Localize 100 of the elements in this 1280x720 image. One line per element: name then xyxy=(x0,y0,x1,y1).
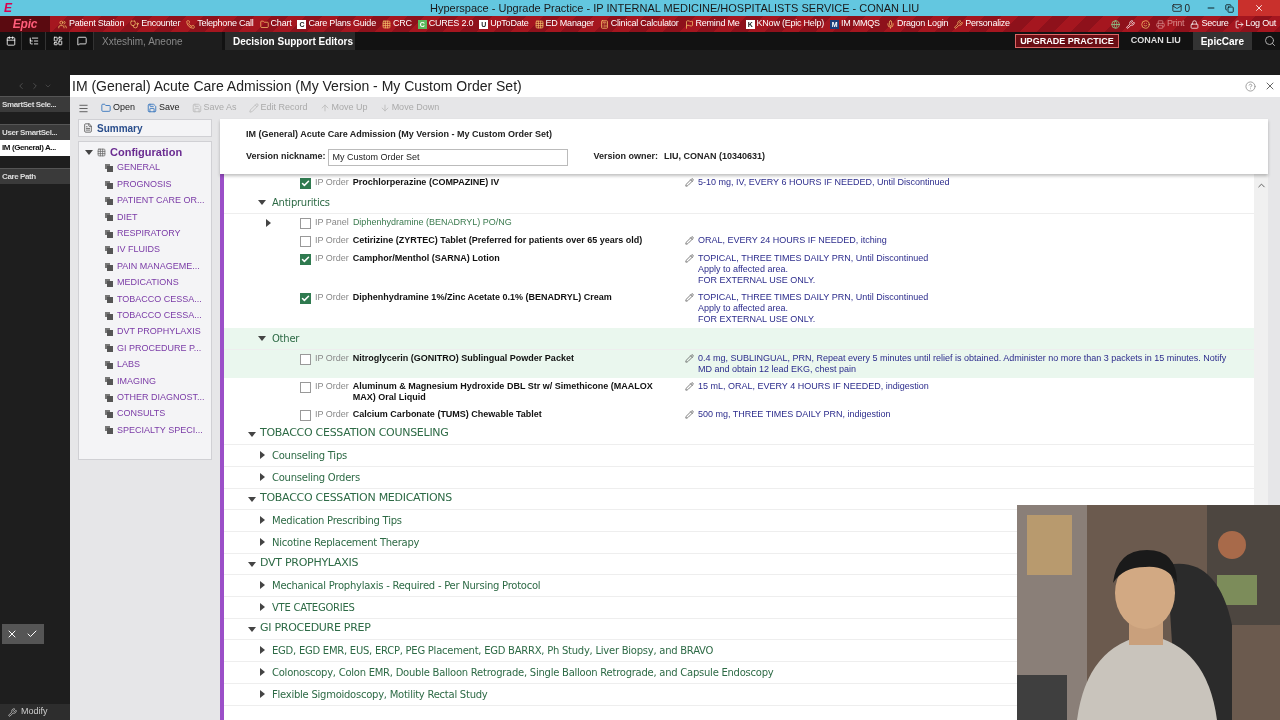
close-icon[interactable] xyxy=(1264,80,1276,92)
menu-icon[interactable] xyxy=(78,102,89,114)
outline-item[interactable]: IMAGING xyxy=(117,374,156,388)
caret-right-icon[interactable] xyxy=(258,581,266,589)
checkbox[interactable] xyxy=(300,409,311,421)
group-heading[interactable]: Mechanical Prophylaxis - Required - Per Nursing Protocol xyxy=(272,577,541,593)
group-heading[interactable]: Flexible Sigmoidoscopy, Motility Rectal Study xyxy=(272,686,488,702)
outline-item[interactable]: RESPIRATORY xyxy=(117,227,181,241)
toolbar-link[interactable]: Personalize xyxy=(954,17,1010,31)
order-instructions: FOR EXTERNAL USE ONLY. xyxy=(698,274,817,286)
nav-item[interactable]: SmartSet Sele... xyxy=(0,96,70,112)
order-name[interactable]: Camphor/Menthol (SARNA) Lotion xyxy=(352,252,677,264)
group-heading[interactable]: Counseling Tips xyxy=(272,447,347,463)
group-heading[interactable]: Colonoscopy, Colon EMR, Double Balloon Retrograde, Single Balloon Retrograde, and Capsule Endoscopy xyxy=(272,664,774,680)
section-heading[interactable]: DVT PROPHYLAXIS xyxy=(260,555,359,572)
toolbar-link[interactable]: Remind Me xyxy=(684,17,740,31)
nav-item[interactable]: IM (General) A... xyxy=(0,140,70,156)
group-heading[interactable]: Counseling Orders xyxy=(272,469,360,485)
checkbox[interactable] xyxy=(300,381,311,393)
toolbar-link[interactable]: Clinical Calculator xyxy=(599,17,679,31)
caret-right-icon[interactable] xyxy=(258,646,266,654)
order-name[interactable]: Aluminum & Magnesium Hydroxide DBL Str w/ Simethicone (MAALOX MAX) Oral Liquid xyxy=(352,380,677,403)
caret-down-icon[interactable] xyxy=(248,559,256,568)
wrench-icon[interactable] xyxy=(1126,19,1135,29)
outline-item[interactable]: PAIN MANAGEME... xyxy=(117,259,200,274)
search-icon[interactable] xyxy=(1264,35,1276,47)
section-heading[interactable]: TOBACCO CESSATION COUNSELING xyxy=(260,425,449,442)
outline-item[interactable]: PATIENT CARE OR... xyxy=(117,194,205,208)
tab[interactable]: Decision Support Editors xyxy=(225,32,355,50)
checkbox[interactable] xyxy=(300,235,311,247)
toolbar-link[interactable]: Secure xyxy=(1190,17,1229,31)
toolbar-link[interactable]: Log Out xyxy=(1234,17,1276,31)
group-heading[interactable]: EGD, EGD EMR, EUS, ERCP, PEG Placement, EGD BARRX, Ph Study, Liver Biopsy, and BRAVO xyxy=(272,642,714,658)
toolbar-link[interactable]: Dragon Login xyxy=(885,17,949,31)
caret-down-icon[interactable] xyxy=(248,624,256,633)
outline-item[interactable]: GI PROCEDURE P... xyxy=(117,341,202,356)
caret-down-icon[interactable] xyxy=(258,198,266,206)
checkbox[interactable] xyxy=(300,253,311,265)
nickname-field[interactable]: My Custom Order Set xyxy=(327,148,568,166)
section-heading[interactable]: GI PROCEDURE PREP xyxy=(260,620,371,637)
outline-item[interactable]: SPECIALTY SPECI... xyxy=(117,423,203,438)
modify-button[interactable]: Modify xyxy=(0,704,70,720)
outline-item[interactable]: PROGNOSIS xyxy=(117,177,172,192)
group-heading[interactable]: Other xyxy=(272,330,300,346)
checkbox[interactable] xyxy=(300,217,311,229)
caret-down-icon[interactable] xyxy=(248,494,256,503)
outline-item[interactable]: CONSULTS xyxy=(117,407,166,421)
mail-icon[interactable] xyxy=(1172,3,1183,13)
caret-right-icon[interactable] xyxy=(258,603,266,611)
outline-item[interactable]: DIET xyxy=(117,210,138,225)
outline-item[interactable]: TOBACCO CESSA... xyxy=(117,292,202,307)
toolbar-link[interactable]: ED Manager xyxy=(534,17,594,31)
caret-right-icon[interactable] xyxy=(258,451,266,459)
toolbar-link[interactable]: CRC xyxy=(381,17,412,31)
mail-count[interactable]: 0 xyxy=(1184,0,1190,16)
checkbox[interactable] xyxy=(300,292,311,304)
outline-item[interactable]: DVT PROPHYLAXIS xyxy=(117,325,201,339)
caret-right-icon[interactable] xyxy=(258,473,266,481)
section-heading[interactable]: TOBACCO CESSATION MEDICATIONS xyxy=(260,490,452,507)
caret-right-icon[interactable] xyxy=(264,218,272,227)
checkbox[interactable] xyxy=(300,177,311,189)
order-name[interactable]: Diphenhydramine 1%/Zinc Acetate 0.1% (BENADRYL) Cream xyxy=(352,291,677,303)
outline-item[interactable]: OTHER DIAGNOST... xyxy=(117,390,205,405)
nav-item[interactable]: Care Path xyxy=(0,168,70,184)
caret-right-icon[interactable] xyxy=(258,516,266,524)
caret-down-icon[interactable] xyxy=(258,334,266,342)
nav-item[interactable]: User SmartSel... xyxy=(0,124,70,140)
toolbar-link[interactable]: Encounter xyxy=(130,17,181,31)
group-heading[interactable]: VTE CATEGORIES xyxy=(272,599,355,615)
group-heading[interactable]: Medication Prescribing Tips xyxy=(272,512,402,528)
order-name[interactable]: Calcium Carbonate (TUMS) Chewable Tablet xyxy=(352,408,677,420)
caret-right-icon[interactable] xyxy=(258,668,266,676)
toolbar-link[interactable]: Telephone Call xyxy=(186,17,254,31)
caret-right-icon[interactable] xyxy=(258,690,266,698)
order-name[interactable]: Nitroglycerin (GONITRO) Sublingual Powder Packet xyxy=(352,352,677,364)
toolbar-button[interactable]: Save xyxy=(147,101,180,115)
order-name[interactable]: Prochlorperazine (COMPAZINE) IV xyxy=(352,176,677,188)
summary-link[interactable]: Summary xyxy=(78,119,212,137)
caret-down-icon[interactable] xyxy=(85,148,93,156)
outline-item[interactable]: IV FLUIDS xyxy=(117,243,160,257)
outline-item[interactable]: GENERAL xyxy=(117,161,160,175)
outline-root[interactable]: Configuration xyxy=(110,143,183,161)
smiley-icon[interactable] xyxy=(1141,19,1150,29)
document-stack-icon xyxy=(105,393,113,402)
checkbox[interactable] xyxy=(300,353,311,365)
outline-item[interactable]: LABS xyxy=(117,358,140,372)
epic-menu-button[interactable]: Epic xyxy=(0,16,50,32)
toolbar-link[interactable]: Chart xyxy=(259,17,292,31)
globe-icon[interactable] xyxy=(1111,19,1120,29)
outline-item[interactable]: TOBACCO CESSA... xyxy=(117,308,202,323)
toolbar-link[interactable]: Patient Station xyxy=(58,17,125,31)
order-name[interactable]: Cetirizine (ZYRTEC) Tablet (Preferred for patients over 65 years old) xyxy=(352,234,677,246)
tab[interactable]: Xxteshim, Aneone xyxy=(94,32,222,50)
caret-down-icon[interactable] xyxy=(248,429,256,438)
toolbar-button[interactable]: Open xyxy=(101,101,136,115)
order-name[interactable]: Diphenhydramine (BENADRYL) PO/NG xyxy=(352,216,677,228)
outline-item[interactable]: MEDICATIONS xyxy=(117,276,179,290)
group-heading[interactable]: Antipruritics xyxy=(272,194,330,210)
group-heading[interactable]: Nicotine Replacement Therapy xyxy=(272,534,420,550)
caret-right-icon[interactable] xyxy=(258,538,266,546)
